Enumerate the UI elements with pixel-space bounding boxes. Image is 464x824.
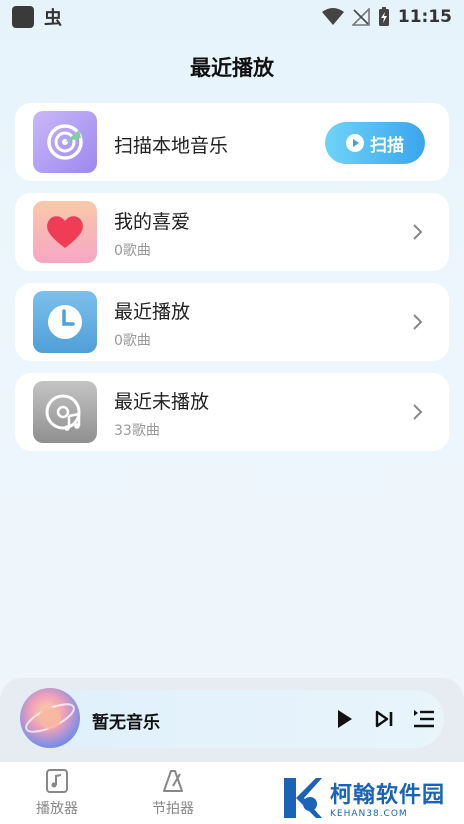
- status-bar: 虫 11:15: [0, 0, 464, 34]
- favorites-card-title: 我的喜爱: [114, 211, 191, 233]
- not-recently-played-card[interactable]: 最近未播放 33歌曲: [15, 373, 449, 451]
- tab-player[interactable]: 播放器: [12, 768, 102, 818]
- scan-local-music-card[interactable]: 扫描本地音乐 扫描: [15, 103, 449, 181]
- favorites-song-count: 0歌曲: [114, 243, 151, 259]
- wifi-icon: [321, 8, 344, 25]
- clock-time: 11:15: [397, 7, 452, 27]
- playlist-icon[interactable]: [412, 707, 436, 731]
- clock-icon: [33, 291, 97, 353]
- app-notification-glyph: 虫: [44, 8, 62, 29]
- recent-card-title: 最近播放: [114, 301, 191, 323]
- notification-square-icon: [12, 6, 34, 28]
- scan-button-label: 扫描: [370, 135, 404, 156]
- play-circle-icon: [346, 134, 364, 152]
- tab-metronome-label: 节拍器: [152, 801, 194, 817]
- mini-player-pill[interactable]: 暂无音乐: [18, 688, 444, 748]
- favorites-card[interactable]: 我的喜爱 0歌曲: [15, 193, 449, 271]
- radar-scan-icon: [33, 111, 97, 173]
- play-icon[interactable]: [332, 707, 356, 731]
- disc-music-icon: [33, 381, 97, 443]
- next-track-icon[interactable]: [372, 707, 396, 731]
- kehan-logo-icon: [284, 778, 322, 818]
- player-track-title: 暂无音乐: [92, 713, 160, 733]
- scan-button[interactable]: 扫描: [325, 122, 425, 164]
- recently-played-card[interactable]: 最近播放 0歌曲: [15, 283, 449, 361]
- battery-charging-icon: [378, 7, 389, 26]
- tab-player-label: 播放器: [36, 801, 78, 817]
- recent-song-count: 0歌曲: [114, 333, 151, 349]
- no-signal-icon: [351, 8, 370, 26]
- watermark-logo: 柯翰软件园 KEHAN38.COM: [264, 772, 464, 824]
- heart-icon: [33, 201, 97, 263]
- watermark-url: KEHAN38.COM: [330, 809, 408, 819]
- metronome-icon: [163, 770, 183, 792]
- chevron-right-icon: [413, 224, 423, 240]
- not-recent-card-title: 最近未播放: [114, 391, 210, 413]
- chevron-right-icon: [413, 404, 423, 420]
- page-title: 最近播放: [190, 56, 274, 80]
- album-art[interactable]: [20, 688, 80, 748]
- chevron-right-icon: [413, 314, 423, 330]
- music-note-icon: [46, 769, 68, 793]
- mini-player: 暂无音乐: [0, 678, 464, 762]
- scan-card-title: 扫描本地音乐: [114, 135, 229, 157]
- not-recent-song-count: 33歌曲: [114, 423, 160, 439]
- tab-metronome[interactable]: 节拍器: [128, 768, 218, 818]
- watermark-text: 柯翰软件园: [330, 783, 446, 808]
